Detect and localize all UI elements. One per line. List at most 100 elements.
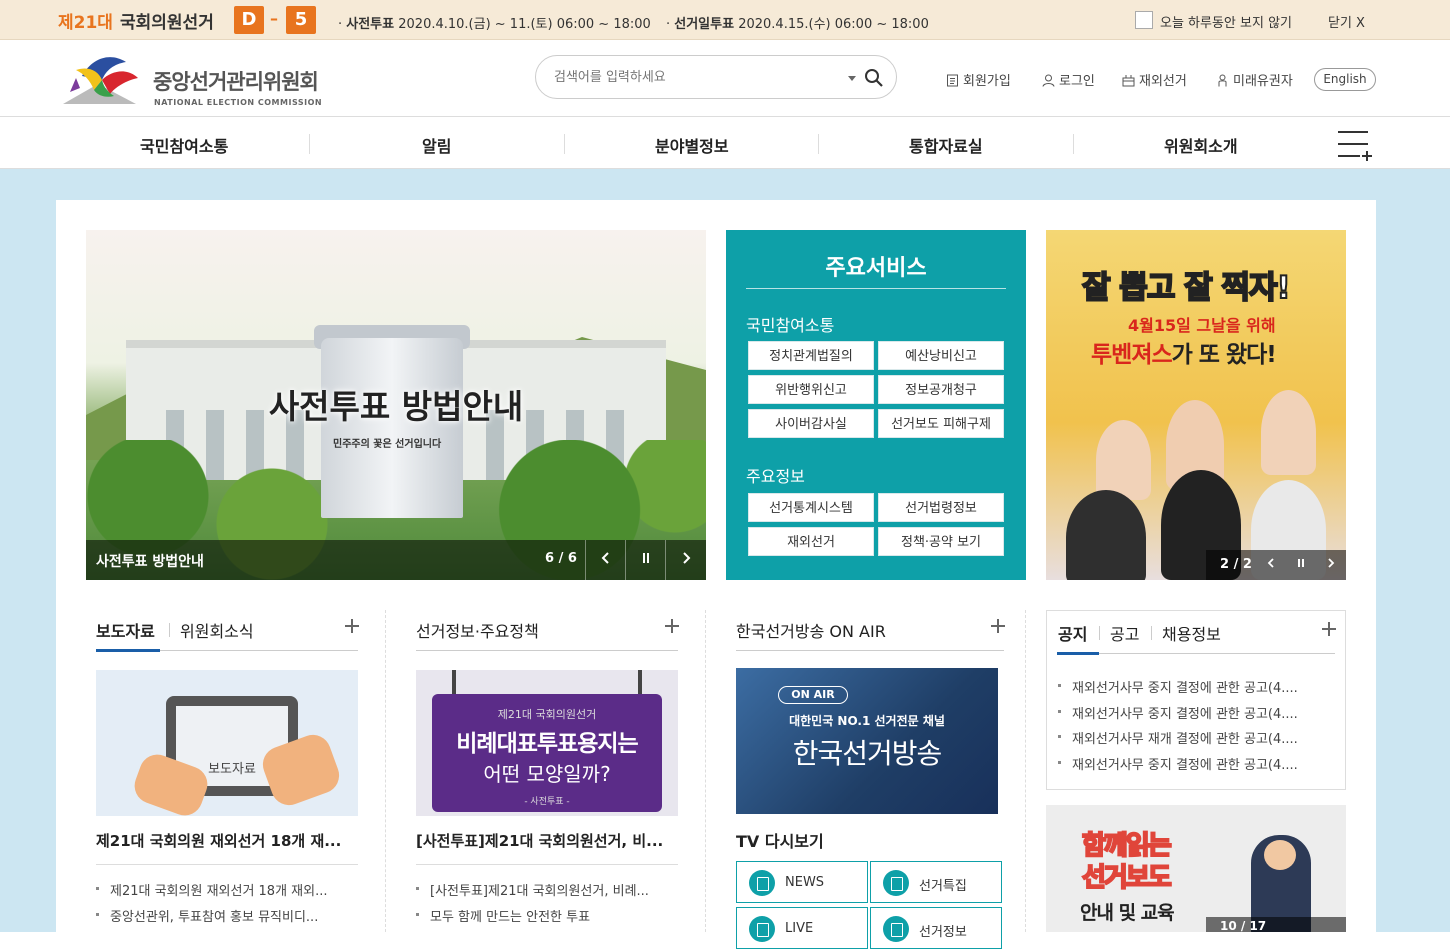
tv-news-button[interactable]: NEWS <box>736 861 868 903</box>
info-icon <box>883 916 909 942</box>
signup-link[interactable]: 회원가입 <box>946 70 1011 89</box>
press-list-item[interactable]: 제21대 국회의원 재외선거 18개 재외... <box>96 880 328 899</box>
chevron-left-icon <box>601 552 609 564</box>
notice-more-icon[interactable] <box>1321 621 1337 637</box>
notice-list-item[interactable]: 재외선거사무 중지 결정에 관한 공고(4.... <box>1058 754 1298 773</box>
document-icon <box>947 74 958 87</box>
election-number: 제21대 <box>58 13 113 33</box>
site-header: 중앙선거관리위원회 NATIONAL ELECTION COMMISSION 회… <box>0 40 1450 117</box>
nav-item-notice[interactable]: 알림 <box>422 133 451 157</box>
early-vote-time: 2020.4.10.(금) ~ 11.(토) 06:00 ~ 18:00 <box>398 17 651 32</box>
notice-panel: 공지 공고 채용정보 재외선거사무 중지 결정에 관한 공고(4.... 재외선… <box>1046 610 1346 790</box>
broadcast-thumbnail[interactable]: ON AIR 대한민국 NO.1 선거전문 채널 한국선거방송 <box>736 668 998 814</box>
tab-recruitment[interactable]: 채용정보 <box>1162 621 1221 645</box>
tv-live-button[interactable]: LIVE <box>736 907 868 949</box>
tab-divider <box>1099 626 1100 640</box>
search-icon[interactable] <box>864 68 884 88</box>
election-banner: 제21대 국회의원선거 D – 5 · 사전투표 2020.4.10.(금) ~… <box>0 0 1450 40</box>
logo-korean-text: 중앙선거관리위원회 <box>153 70 319 94</box>
nav-item-participation[interactable]: 국민참여소통 <box>140 133 228 157</box>
english-button[interactable]: English <box>1314 68 1376 91</box>
tab-commission-news[interactable]: 위원회소식 <box>180 618 254 642</box>
nav-item-archive[interactable]: 통합자료실 <box>909 133 983 157</box>
hide-today-label[interactable]: 오늘 하루동안 보지 않기 <box>1160 12 1292 31</box>
pause-icon <box>642 553 649 563</box>
tv-special-button[interactable]: 선거특집 <box>870 861 1002 903</box>
promo-banner[interactable]: 잘 뽑고 잘 찍자! 4월15일 그날을 위해 투벤져스가 또 왔다! 2 / … <box>1046 230 1346 580</box>
service-button[interactable]: 선거법령정보 <box>878 493 1004 522</box>
notice-list-item[interactable]: 재외선거사무 재개 결정에 관한 공고(4.... <box>1058 728 1298 747</box>
election-info-headline[interactable]: [사전투표]제21대 국회의원선거, 비... <box>416 830 663 851</box>
chevron-right-icon <box>1328 558 1335 568</box>
press-thumbnail[interactable]: 보도자료 <box>96 670 358 816</box>
tab-announcement[interactable]: 공고 <box>1110 621 1139 645</box>
login-link[interactable]: 로그인 <box>1042 70 1095 89</box>
pause-icon <box>1298 559 1304 567</box>
board-line-2: 비례대표투표용지는 <box>456 731 638 757</box>
nav-item-about[interactable]: 위원회소개 <box>1164 133 1238 157</box>
promo-prev-button[interactable] <box>1256 550 1286 580</box>
tab-divider <box>1151 626 1152 640</box>
service-button[interactable]: 예산낭비신고 <box>878 341 1004 370</box>
search-input[interactable] <box>552 66 832 88</box>
future-voter-link[interactable]: 미래유권자 <box>1216 70 1293 89</box>
future-voter-label: 미래유권자 <box>1233 74 1293 89</box>
service-button[interactable]: 정치관계법질의 <box>748 341 874 370</box>
press-more-icon[interactable] <box>344 618 360 634</box>
promo-tagline-rest: 가 또 왔다! <box>1171 342 1277 368</box>
nec-logo[interactable]: 중앙선거관리위원회 NATIONAL ELECTION COMMISSION <box>58 48 322 112</box>
chevron-right-icon <box>682 552 690 564</box>
election-info-thumbnail[interactable]: 제21대 국회의원선거 비례대표투표용지는 어떤 모양일까? - 사전투표 - <box>416 670 678 816</box>
hide-today-checkbox[interactable] <box>1135 11 1153 29</box>
nav-item-field-info[interactable]: 분야별정보 <box>655 133 729 157</box>
election-info-more-icon[interactable] <box>664 618 680 634</box>
service-button[interactable]: 사이버감사실 <box>748 409 874 438</box>
service-button[interactable]: 위반행위신고 <box>748 375 874 404</box>
promo-pause-button[interactable] <box>1286 550 1316 580</box>
column-divider <box>1025 610 1026 932</box>
overseas-voting-link[interactable]: 재외선거 <box>1122 70 1187 89</box>
tab-press-release[interactable]: 보도자료 <box>96 618 155 642</box>
hero-pause-button[interactable] <box>625 540 665 580</box>
election-info-list-item[interactable]: [사전투표]제21대 국회의원선거, 비례... <box>416 880 649 899</box>
tab-divider <box>169 623 170 637</box>
tv-info-button[interactable]: 선거정보 <box>870 907 1002 949</box>
active-tab-indicator <box>1057 652 1099 655</box>
promo-tagline: 투벤져스가 또 왔다! <box>1091 335 1277 369</box>
broadcast-channel-name: 한국선거방송 <box>792 737 943 770</box>
election-name: 국회의원선거 <box>120 13 214 33</box>
section-underline <box>736 650 1004 651</box>
election-info-list-item[interactable]: 모두 함께 만드는 안전한 투표 <box>415 906 590 925</box>
service-button[interactable]: 선거통계시스템 <box>748 493 874 522</box>
headline-divider <box>416 864 678 865</box>
banner-close-button[interactable]: 닫기 X <box>1328 12 1365 31</box>
banner2-line-2: 선거보도 <box>1081 862 1173 894</box>
search-scope-dropdown-icon[interactable] <box>848 76 856 81</box>
service-button[interactable]: 재외선거 <box>748 527 874 556</box>
tab-notice[interactable]: 공지 <box>1058 621 1087 645</box>
board-line-4: - 사전투표 - <box>524 797 570 807</box>
hero-slide-image[interactable]: 사전투표 방법안내 민주주의 꽃은 선거입니다 <box>86 230 706 580</box>
notice-list-item[interactable]: 재외선거사무 중지 결정에 관한 공고(4.... <box>1058 677 1298 696</box>
main-nav: 국민참여소통 알림 분야별정보 통합자료실 위원회소개 <box>0 117 1450 169</box>
tv-button-label: 선거특집 <box>919 879 967 894</box>
media-literacy-banner[interactable]: 함께읽는 선거보도 안내 및 교육 10 / 17 <box>1046 805 1346 932</box>
active-tab-indicator <box>96 649 160 652</box>
service-button[interactable]: 정보공개청구 <box>878 375 1004 404</box>
broadcast-more-icon[interactable] <box>990 618 1006 634</box>
main-services-panel: 주요서비스 국민참여소통 정치관계법질의 예산낭비신고 위반행위신고 정보공개청… <box>726 230 1026 580</box>
press-headline[interactable]: 제21대 국회의원 재외선거 18개 재... <box>96 830 341 851</box>
election-info-title[interactable]: 선거정보·주요정책 <box>416 618 539 642</box>
login-label: 로그인 <box>1059 74 1095 89</box>
service-button[interactable]: 선거보도 피해구제 <box>878 409 1004 438</box>
early-vote-label: 사전투표 <box>346 17 395 32</box>
d-day-count: 5 <box>286 6 316 34</box>
hero-prev-button[interactable] <box>585 540 625 580</box>
promo-next-button[interactable] <box>1316 550 1346 580</box>
notice-list-item[interactable]: 재외선거사무 중지 결정에 관한 공고(4.... <box>1058 703 1298 722</box>
all-menu-icon[interactable] <box>1338 130 1372 161</box>
hero-next-button[interactable] <box>665 540 705 580</box>
service-button[interactable]: 정책·공약 보기 <box>878 527 1004 556</box>
broadcast-title[interactable]: 한국선거방송 ON AIR <box>736 618 886 642</box>
press-list-item[interactable]: 중앙선관위, 투표참여 홍보 뮤직비디... <box>95 906 318 925</box>
